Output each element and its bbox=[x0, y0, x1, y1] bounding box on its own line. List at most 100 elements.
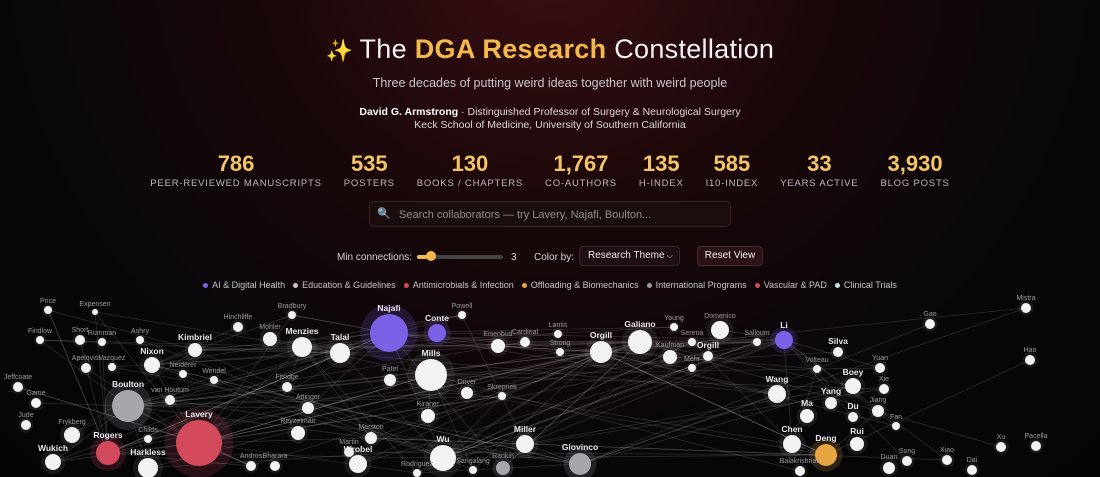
node-najafi[interactable]: Najafi bbox=[360, 303, 418, 362]
node-chen[interactable]: Chen bbox=[778, 424, 806, 458]
node-driver[interactable]: Driver bbox=[458, 379, 477, 402]
node-circle[interactable] bbox=[875, 363, 885, 373]
node-circle[interactable] bbox=[165, 395, 175, 405]
node-wukich[interactable]: Wukich bbox=[38, 443, 68, 474]
node-circle[interactable] bbox=[330, 343, 350, 363]
node-short[interactable]: Short bbox=[72, 327, 89, 348]
node-fitridge[interactable]: Fitridge bbox=[275, 374, 299, 395]
node-circle[interactable] bbox=[688, 364, 696, 372]
node-circle[interactable] bbox=[263, 332, 277, 346]
node-bharara[interactable]: Bharara bbox=[263, 453, 288, 474]
node-galiano[interactable]: Galiano bbox=[622, 319, 658, 360]
node-circle[interactable] bbox=[469, 466, 477, 474]
node-silva[interactable]: Silva bbox=[828, 336, 848, 360]
node-circle[interactable] bbox=[430, 445, 456, 471]
search-bar[interactable]: 🔍 bbox=[369, 201, 731, 228]
node-circle[interactable] bbox=[711, 321, 729, 339]
node-circle[interactable] bbox=[1031, 441, 1041, 451]
node-circle[interactable] bbox=[569, 453, 591, 475]
node-circle[interactable] bbox=[813, 365, 821, 373]
node-orgill[interactable]: Orgill bbox=[584, 330, 618, 369]
node-kiraner[interactable]: Kiraner bbox=[417, 401, 440, 427]
node-miller[interactable]: Miller bbox=[511, 424, 539, 458]
node-dai[interactable]: Dai bbox=[964, 457, 980, 477]
legend-item-1[interactable]: Education & Guidelines bbox=[293, 280, 396, 290]
legend-item-6[interactable]: Clinical Trials bbox=[834, 280, 897, 290]
node-xu[interactable]: Xu bbox=[993, 434, 1009, 455]
node-circle[interactable] bbox=[302, 402, 314, 414]
node-gao[interactable]: Gao bbox=[922, 311, 938, 332]
node-circle[interactable] bbox=[554, 330, 562, 338]
node-circle[interactable] bbox=[753, 338, 761, 346]
node-yang[interactable]: Yang bbox=[821, 386, 841, 412]
node-giovinco[interactable]: Giovinco bbox=[562, 442, 598, 477]
node-circle[interactable] bbox=[413, 469, 421, 477]
node-circle[interactable] bbox=[883, 462, 895, 474]
node-vazquez[interactable]: Vazquez bbox=[99, 355, 126, 373]
node-circle[interactable] bbox=[13, 382, 23, 392]
node-nixon[interactable]: Nixon bbox=[140, 346, 164, 377]
legend-item-4[interactable]: International Programs bbox=[646, 280, 747, 290]
node-circle[interactable] bbox=[179, 370, 187, 378]
legend-item-3[interactable]: Offloading & Biomechanics bbox=[521, 280, 639, 290]
node-powell[interactable]: Powell bbox=[452, 303, 473, 321]
node-circle[interactable] bbox=[270, 461, 280, 471]
node-circle[interactable] bbox=[349, 455, 367, 473]
node-game[interactable]: Game bbox=[26, 390, 46, 411]
node-circle[interactable] bbox=[670, 323, 678, 331]
node-circle[interactable] bbox=[556, 348, 564, 356]
node-circle[interactable] bbox=[458, 311, 466, 319]
node-yuan[interactable]: Yuan bbox=[872, 355, 888, 376]
color-by-select[interactable]: Research Theme ⌵ bbox=[579, 246, 680, 266]
node-rumman[interactable]: Rumman bbox=[88, 330, 117, 348]
node-circle[interactable] bbox=[496, 461, 510, 475]
legend-item-5[interactable]: Vascular & PAD bbox=[754, 280, 827, 290]
node-lavery[interactable]: Lavery bbox=[164, 408, 234, 477]
node-circle[interactable] bbox=[628, 330, 652, 354]
node-circle[interactable] bbox=[98, 338, 106, 346]
node-circle[interactable] bbox=[850, 437, 864, 451]
node-circle[interactable] bbox=[775, 331, 793, 349]
node-circle[interactable] bbox=[1021, 303, 1031, 313]
node-eisenbud[interactable]: Eisenbud bbox=[483, 331, 513, 357]
node-circle[interactable] bbox=[996, 442, 1006, 452]
search-input[interactable] bbox=[397, 202, 726, 228]
node-rui[interactable]: Rui bbox=[846, 426, 868, 455]
node-circle[interactable] bbox=[833, 347, 843, 357]
node-fan[interactable]: Fan bbox=[890, 414, 902, 432]
node-circle[interactable] bbox=[36, 336, 44, 344]
node-apelqvist[interactable]: Apelqvist bbox=[72, 355, 100, 376]
node-jude[interactable]: Jude bbox=[18, 412, 34, 433]
node-wang[interactable]: Wang bbox=[763, 374, 791, 408]
node-circle[interactable] bbox=[925, 319, 935, 329]
node-circle[interactable] bbox=[288, 311, 296, 319]
node-circle[interactable] bbox=[703, 351, 713, 361]
node-boey[interactable]: Boey bbox=[841, 367, 865, 398]
node-circle[interactable] bbox=[902, 456, 912, 466]
node-menzies[interactable]: Menzies bbox=[285, 326, 319, 362]
node-circle[interactable] bbox=[428, 324, 446, 342]
node-circle[interactable] bbox=[590, 341, 612, 363]
node-circle[interactable] bbox=[64, 427, 80, 443]
node-circle[interactable] bbox=[81, 363, 91, 373]
node-deng[interactable]: Deng bbox=[809, 433, 843, 472]
node-circle[interactable] bbox=[144, 357, 160, 373]
node-circle[interactable] bbox=[491, 339, 505, 353]
node-mohler[interactable]: Mohler bbox=[259, 324, 281, 350]
node-circle[interactable] bbox=[292, 337, 312, 357]
node-sangalang[interactable]: Sangalang bbox=[456, 458, 490, 476]
node-circle[interactable] bbox=[783, 435, 801, 453]
node-harkless[interactable]: Harkless bbox=[130, 447, 166, 477]
node-neiderer[interactable]: Neiderer bbox=[170, 362, 198, 380]
node-jiang[interactable]: Jiang bbox=[869, 397, 887, 420]
node-circle[interactable] bbox=[96, 441, 120, 465]
node-circle[interactable] bbox=[516, 435, 534, 453]
node-circle[interactable] bbox=[384, 374, 396, 386]
node-kaufman[interactable]: Kaufman bbox=[656, 342, 684, 368]
legend-item-2[interactable]: Antimicrobials & Infection bbox=[403, 280, 514, 290]
node-mills[interactable]: Mills bbox=[407, 348, 455, 399]
node-circle[interactable] bbox=[795, 466, 805, 476]
node-du[interactable]: Du bbox=[845, 401, 861, 425]
node-circle[interactable] bbox=[415, 359, 447, 391]
node-circle[interactable] bbox=[872, 405, 884, 417]
